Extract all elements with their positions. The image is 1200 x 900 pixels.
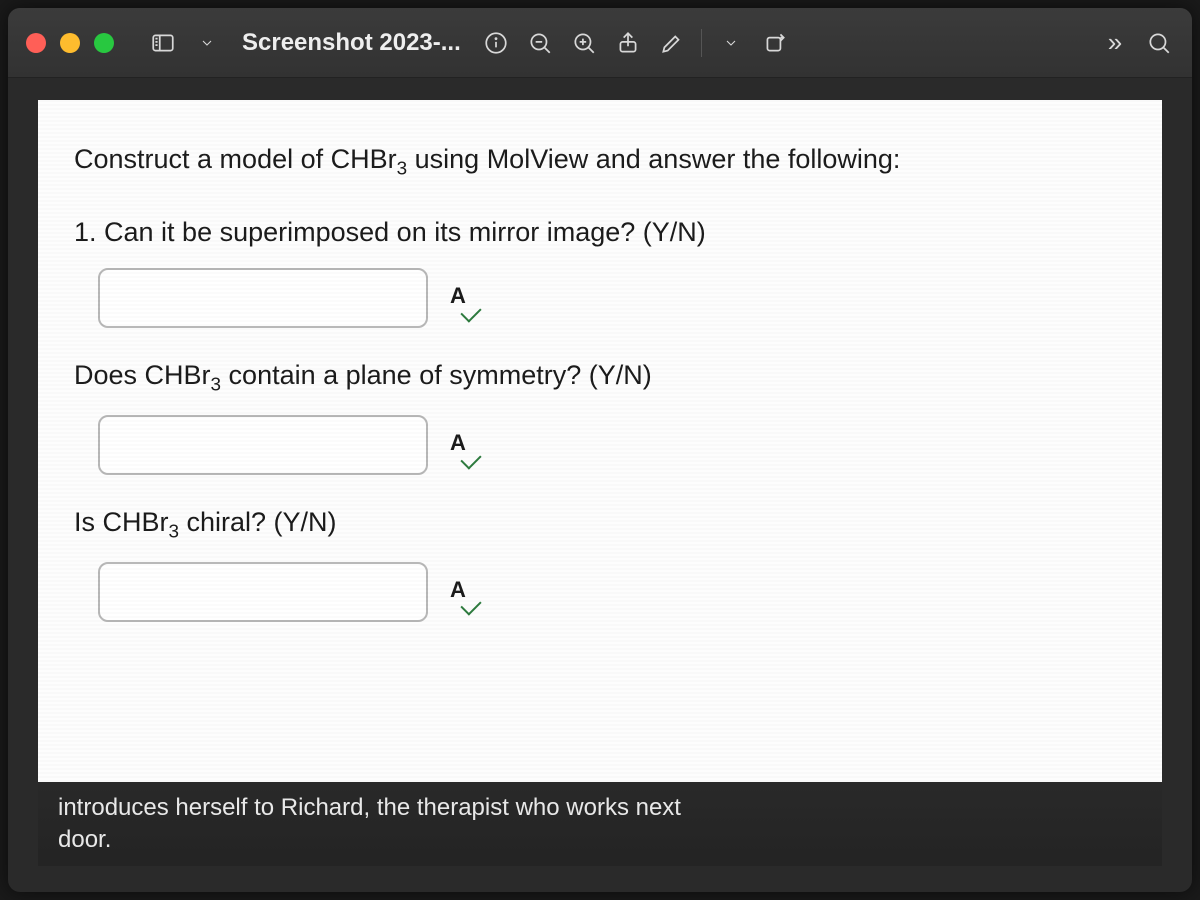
instruction-text: Construct a model of CHBr3 using MolView…	[74, 140, 1126, 183]
sidebar-dropdown-icon[interactable]	[192, 28, 222, 58]
info-icon[interactable]	[481, 28, 511, 58]
caption-text: introduces herself to Richard, the thera…	[58, 792, 738, 857]
subscript: 3	[169, 521, 180, 542]
subscript: 3	[397, 158, 408, 179]
answer-row-2: A	[74, 415, 1126, 475]
markup-icon[interactable]	[657, 28, 687, 58]
fullscreen-window-button[interactable]	[94, 33, 114, 53]
answer-row-1: A	[74, 268, 1126, 328]
overflow-icon[interactable]: »	[1100, 28, 1130, 58]
question-1: 1. Can it be superimposed on its mirror …	[74, 213, 1126, 252]
zoom-out-icon[interactable]	[525, 28, 555, 58]
answer-input-2[interactable]	[98, 415, 428, 475]
text: chiral? (Y/N)	[179, 507, 337, 537]
question-2: Does CHBr3 contain a plane of symmetry? …	[74, 356, 1126, 399]
document-content: Construct a model of CHBr3 using MolView…	[38, 100, 1162, 782]
zoom-in-icon[interactable]	[569, 28, 599, 58]
rotate-icon[interactable]	[760, 28, 790, 58]
share-icon[interactable]	[613, 28, 643, 58]
answer-input-1[interactable]	[98, 268, 428, 328]
text: contain a plane of symmetry? (Y/N)	[221, 360, 652, 390]
question-3: Is CHBr3 chiral? (Y/N)	[74, 503, 1126, 546]
spellcheck-indicator[interactable]: A	[450, 574, 466, 610]
markup-dropdown-icon[interactable]	[716, 28, 746, 58]
toolbar: Screenshot 2023-... »	[8, 8, 1192, 78]
text: Construct a model of CHBr	[74, 144, 397, 174]
text: Is CHBr	[74, 507, 169, 537]
answer-input-3[interactable]	[98, 562, 428, 622]
minimize-window-button[interactable]	[60, 33, 80, 53]
close-window-button[interactable]	[26, 33, 46, 53]
text: Does CHBr	[74, 360, 211, 390]
window-controls	[26, 33, 114, 53]
document-title: Screenshot 2023-...	[242, 29, 461, 57]
subscript: 3	[211, 374, 222, 395]
search-icon[interactable]	[1144, 28, 1174, 58]
caption-overlay: introduces herself to Richard, the thera…	[38, 782, 1162, 866]
spellcheck-indicator[interactable]: A	[450, 280, 466, 316]
text: using MolView and answer the following:	[407, 144, 900, 174]
spellcheck-indicator[interactable]: A	[450, 427, 466, 463]
toolbar-divider	[701, 29, 702, 57]
sidebar-toggle-icon[interactable]	[148, 28, 178, 58]
answer-row-3: A	[74, 562, 1126, 622]
